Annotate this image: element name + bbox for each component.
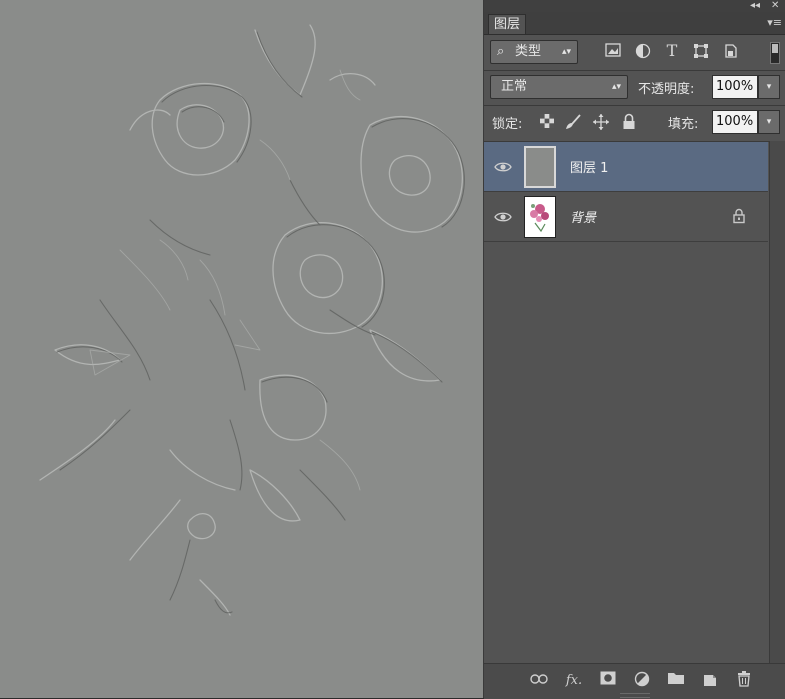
lock-transparent-pixels-icon[interactable] [538, 114, 556, 132]
opacity-label: 不透明度: [638, 82, 695, 97]
layer-name[interactable]: 图层 1 [570, 157, 608, 176]
lock-icon [733, 208, 747, 224]
new-layer-icon[interactable] [700, 671, 720, 691]
image-filter-icon[interactable] [604, 43, 622, 61]
lock-image-pixels-brush-icon[interactable] [564, 113, 582, 131]
panel-tab-row: 图层 ▾≡ [484, 12, 785, 35]
updown-arrow-icon: ▴▾ [561, 47, 571, 57]
embossed-flower-artwork [39, 24, 465, 616]
filter-kind-dropdown[interactable]: ⌕ 类型 ▴▾ [490, 40, 578, 64]
opacity-slider-button[interactable]: ▾ [758, 75, 780, 99]
layers-bottom-toolbar: fx. [484, 663, 785, 699]
eye-visibility-icon[interactable] [494, 208, 512, 226]
fill-label: 填充: [668, 117, 699, 132]
eye-visibility-icon[interactable] [494, 158, 512, 176]
blend-mode-label: 正常 [501, 79, 528, 94]
adjustment-filter-icon[interactable] [634, 43, 652, 61]
background-thumbnail-flower-image [524, 196, 556, 238]
layer-row-background[interactable]: 背景 [484, 192, 768, 242]
smart-object-filter-icon[interactable] [722, 43, 740, 61]
fx-icon[interactable]: fx. [564, 671, 584, 691]
blend-row: 正常 ▴▾ 不透明度: 100% ▾ [484, 71, 785, 105]
document-canvas[interactable] [0, 0, 483, 698]
collapse-panel-icon[interactable]: ◂◂ [750, 0, 760, 11]
search-icon: ⌕ [497, 44, 505, 59]
lock-position-move-icon[interactable] [592, 113, 610, 131]
type-filter-icon[interactable]: T [663, 42, 681, 60]
toggle-knob [772, 44, 778, 53]
layers-scrollbar[interactable] [769, 141, 785, 663]
resize-grip[interactable] [620, 693, 650, 698]
filter-kind-label: 类型 [515, 44, 542, 59]
fill-input[interactable]: 100% [712, 110, 758, 134]
filter-toggle-switch[interactable] [770, 42, 780, 64]
tab-layers[interactable]: 图层 [488, 14, 526, 34]
fill-slider-button[interactable]: ▾ [758, 110, 780, 134]
layer-row-layer-1[interactable]: 图层 1 [484, 142, 768, 192]
layer-thumbnail [524, 146, 556, 188]
panel-menu-icon[interactable]: ▾≡ [767, 16, 782, 29]
layers-panel: ◂◂ ✕ 图层 ▾≡ ⌕ 类型 ▴▾ T 正常 ▴▾ 不透明度: 100% ▾ … [483, 0, 785, 699]
trash-icon[interactable] [734, 671, 754, 691]
lock-row: 锁定: 填充: 100% ▾ [484, 106, 785, 141]
updown-arrow-icon: ▴▾ [611, 82, 621, 92]
link-layers-icon[interactable] [529, 671, 549, 691]
layer-mask-icon[interactable] [598, 671, 618, 691]
panel-top-bar: ◂◂ ✕ [484, 0, 785, 12]
close-panel-icon[interactable]: ✕ [771, 0, 779, 11]
group-folder-icon[interactable] [666, 671, 686, 691]
lock-label: 锁定: [492, 117, 523, 132]
opacity-input[interactable]: 100% [712, 75, 758, 99]
shape-filter-icon[interactable] [692, 43, 710, 61]
adjustment-layer-icon[interactable] [632, 671, 652, 691]
layer-name[interactable]: 背景 [570, 207, 596, 226]
filter-row: ⌕ 类型 ▴▾ T [484, 34, 785, 70]
blend-mode-dropdown[interactable]: 正常 ▴▾ [490, 75, 628, 99]
lock-all-icon[interactable] [620, 113, 638, 131]
